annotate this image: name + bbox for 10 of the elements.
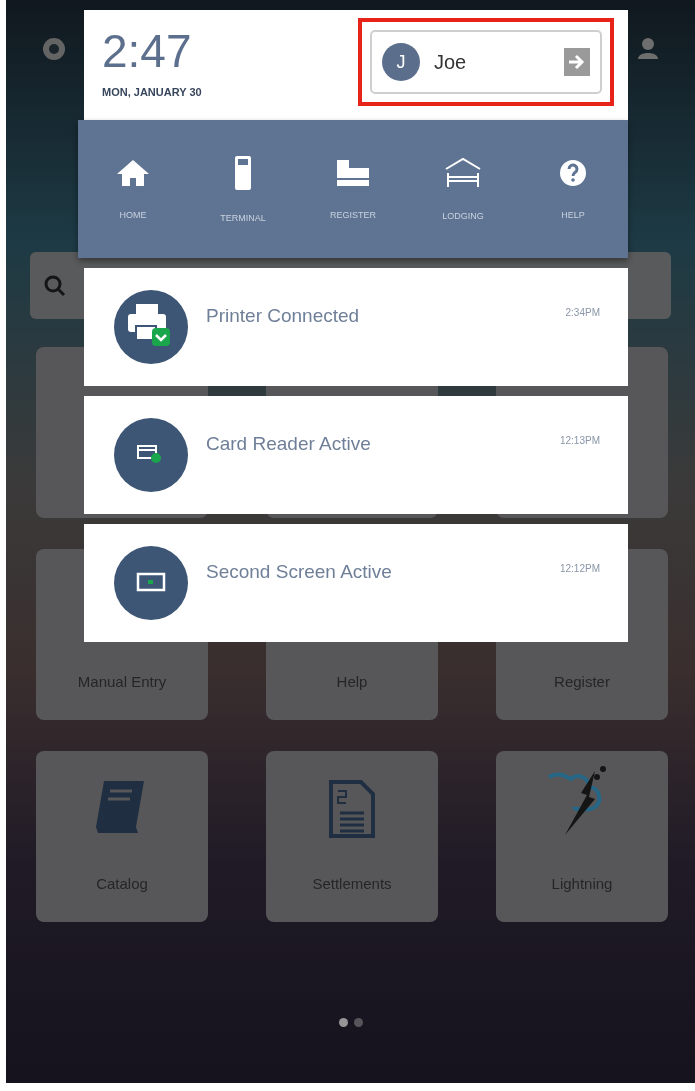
notification-title: Second Screen Active bbox=[206, 561, 393, 583]
notification-time: 2:34PM bbox=[565, 307, 600, 318]
clock-date: MON, JANUARY 30 bbox=[102, 86, 202, 98]
user-name: Joe bbox=[434, 50, 468, 74]
clock-time: 2:47 bbox=[102, 28, 193, 74]
notification-title: Card Reader Active bbox=[206, 433, 372, 455]
notification-time: 12:12PM bbox=[559, 563, 600, 574]
user-avatar: J bbox=[382, 43, 420, 81]
notification-title: Printer Connected bbox=[206, 305, 361, 327]
notification-time: 12:13PM bbox=[559, 435, 600, 446]
